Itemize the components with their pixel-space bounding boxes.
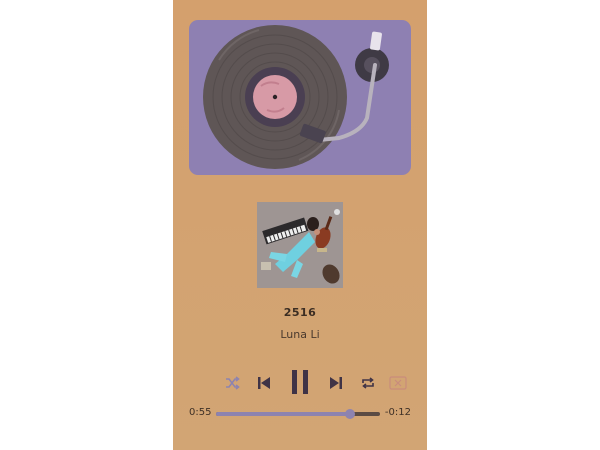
pause-icon	[292, 370, 308, 394]
progress-thumb[interactable]	[345, 409, 356, 419]
album-cover-image	[257, 202, 343, 288]
album-art	[257, 202, 343, 288]
skip-next-icon	[330, 377, 342, 389]
vinyl-record-graphic	[203, 25, 389, 169]
progress-fill	[216, 412, 351, 416]
repeat-button[interactable]	[358, 373, 378, 393]
track-artist: Luna Li	[280, 328, 320, 341]
remaining-time: -0:12	[384, 407, 411, 418]
play-pause-button[interactable]	[285, 366, 315, 398]
next-button[interactable]	[326, 373, 346, 393]
turntable-visual	[189, 20, 411, 175]
track-title: 2516	[283, 306, 317, 319]
previous-button[interactable]	[254, 373, 274, 393]
shuffle-button[interactable]	[222, 373, 242, 393]
shuffle-icon	[226, 376, 240, 390]
skip-previous-icon	[258, 377, 270, 389]
playback-controls	[173, 366, 427, 398]
close-box-icon	[389, 376, 407, 390]
progress-bar[interactable]	[216, 409, 380, 419]
repeat-icon	[362, 377, 374, 389]
close-button[interactable]	[388, 373, 408, 393]
elapsed-time: 0:55	[189, 407, 212, 418]
music-player: 2516 Luna Li 0:55 -0:12	[173, 0, 427, 450]
